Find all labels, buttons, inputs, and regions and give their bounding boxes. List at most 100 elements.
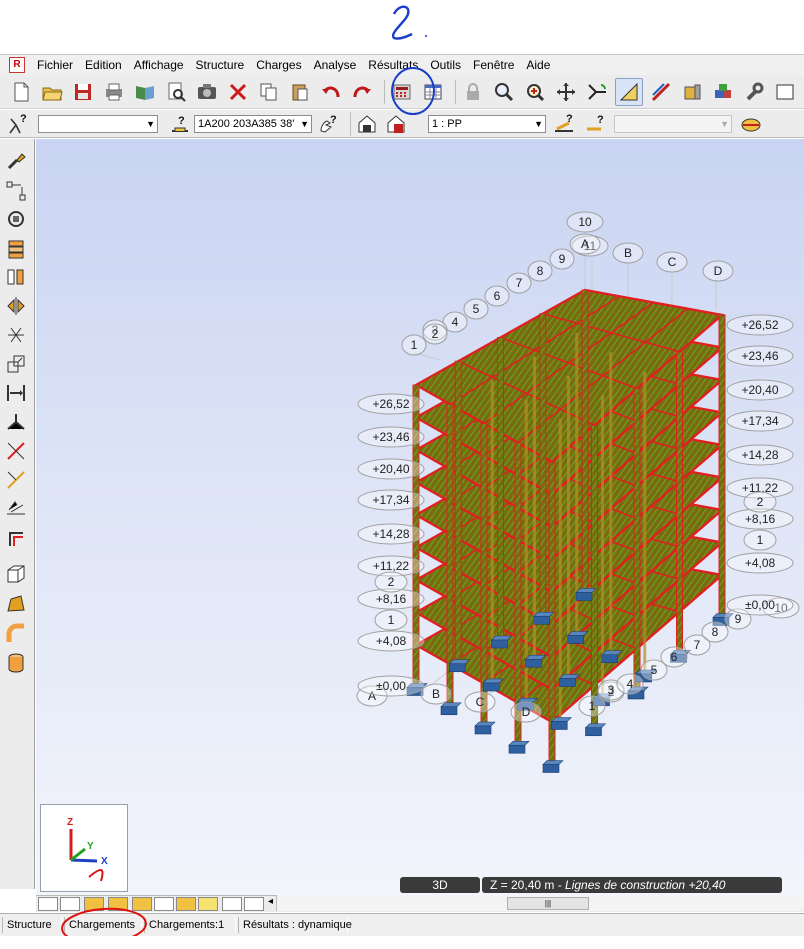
- break-button[interactable]: [4, 410, 28, 434]
- rotate-node-button[interactable]: [4, 207, 28, 231]
- building-3d-model[interactable]: 1011987654321ABCDABCD12345678910+26,52+2…: [36, 139, 804, 895]
- level-left-8: ±0,00: [376, 679, 406, 693]
- support-top: [474, 721, 496, 727]
- support-top: [550, 717, 572, 722]
- extrude-button[interactable]: [4, 561, 28, 585]
- grid-label-C: C: [668, 255, 677, 269]
- view-numbering-button[interactable]: [222, 897, 242, 911]
- structure-model-button[interactable]: [615, 77, 643, 106]
- level-right-0: +26,52: [741, 318, 778, 332]
- hand-help-button[interactable]: ?: [316, 113, 340, 135]
- load-help-button[interactable]: ?: [550, 113, 578, 135]
- cut-button[interactable]: [4, 323, 28, 347]
- open-button[interactable]: [39, 79, 65, 105]
- help-glyph: ?: [178, 115, 185, 127]
- section-combo[interactable]: 1A200 203A385 38' ▼: [194, 114, 312, 133]
- horizontal-scrollbar[interactable]: |||: [276, 895, 804, 911]
- paste-clipboard-icon: [292, 84, 308, 100]
- support-top: [508, 740, 530, 746]
- house-view-button[interactable]: [355, 113, 379, 135]
- support-block: [575, 592, 593, 601]
- paste-button[interactable]: [287, 79, 313, 105]
- view-layers-button[interactable]: [198, 897, 218, 911]
- view-grid-button[interactable]: [244, 897, 264, 911]
- bars-button[interactable]: [648, 79, 674, 105]
- pipe-button[interactable]: [4, 621, 28, 645]
- shell-button[interactable]: [4, 592, 28, 616]
- menu-fenetre[interactable]: Fenêtre: [467, 55, 520, 75]
- scroll-left-icon[interactable]: ◂: [268, 896, 273, 907]
- rotate-view-button[interactable]: [584, 79, 610, 105]
- combination-combo[interactable]: ▼: [614, 114, 732, 133]
- mirror-icon: [7, 297, 25, 315]
- column: [581, 289, 589, 595]
- preferences-button[interactable]: [741, 79, 767, 105]
- section-help-button[interactable]: ?: [168, 113, 192, 135]
- select-help-button[interactable]: ?: [6, 113, 30, 135]
- menu-charges[interactable]: Charges: [250, 55, 307, 75]
- app-robot-icon[interactable]: R: [9, 57, 25, 73]
- screen-capture-button[interactable]: [194, 79, 220, 105]
- save-button[interactable]: [70, 79, 96, 105]
- trim-icon: [7, 471, 25, 489]
- pan-button[interactable]: [553, 79, 579, 105]
- columns-button[interactable]: [4, 265, 28, 289]
- print-button[interactable]: [101, 79, 127, 105]
- zoom-all-button[interactable]: [522, 79, 548, 105]
- cylinder-button[interactable]: [4, 651, 28, 675]
- extend-icon: [7, 442, 25, 460]
- new-file-button[interactable]: [8, 79, 34, 105]
- support-block: [559, 678, 576, 687]
- results-diagram-icon: [741, 118, 761, 131]
- view-panels-button[interactable]: [176, 897, 196, 911]
- trim-button[interactable]: [4, 468, 28, 492]
- zoom-button[interactable]: [491, 79, 517, 105]
- menu-analyse[interactable]: Analyse: [308, 55, 363, 75]
- view-local-axes-button[interactable]: [154, 897, 174, 911]
- hatch-button[interactable]: [4, 497, 28, 521]
- axes-triad-icon: Z Y X: [67, 817, 108, 882]
- stairs-icon: [8, 240, 24, 259]
- mirror-button[interactable]: [4, 294, 28, 318]
- 3d-viewport[interactable]: 1011987654321ABCDABCD12345678910+26,52+2…: [36, 139, 804, 895]
- paint-brush-button[interactable]: [4, 149, 28, 173]
- undo-arrow-icon: [322, 86, 340, 97]
- grid-label-bottom-5: 5: [651, 663, 658, 677]
- support-block: [474, 725, 492, 735]
- loads-button[interactable]: [679, 79, 705, 105]
- menu-affichage[interactable]: Affichage: [128, 55, 190, 75]
- support-block: [585, 727, 602, 737]
- menu-edition[interactable]: Edition: [79, 55, 128, 75]
- stairs-button[interactable]: [4, 237, 28, 261]
- lock-button[interactable]: [460, 79, 486, 105]
- scrollbar-thumb[interactable]: |||: [507, 897, 589, 910]
- redo-button[interactable]: [349, 79, 375, 105]
- extra-button[interactable]: [772, 79, 798, 105]
- grid-label-6: 6: [494, 289, 501, 303]
- support-block: [482, 682, 500, 692]
- materials-button[interactable]: [710, 79, 736, 105]
- menu-aide[interactable]: Aide: [520, 55, 556, 75]
- delete-button[interactable]: [225, 79, 251, 105]
- preview-button[interactable]: [163, 79, 189, 105]
- status-structure[interactable]: Structure: [2, 917, 62, 933]
- undo-button[interactable]: [318, 79, 344, 105]
- results-diagram-button[interactable]: [740, 113, 762, 135]
- grid-label-7: 7: [516, 276, 523, 290]
- handwritten-annotation-area: [0, 0, 804, 52]
- selection-combo[interactable]: ▼: [38, 114, 158, 133]
- combination-help-button[interactable]: ?: [582, 113, 610, 135]
- scale-button[interactable]: [4, 352, 28, 376]
- extend-button[interactable]: [4, 439, 28, 463]
- book-button[interactable]: [132, 79, 158, 105]
- load-case-combo[interactable]: 1 : PP ▼: [428, 114, 546, 133]
- copy-button[interactable]: [256, 79, 282, 105]
- nodes-button[interactable]: [4, 179, 28, 203]
- offset-icon: [9, 532, 23, 546]
- align-button[interactable]: [4, 381, 28, 405]
- menu-structure[interactable]: Structure: [190, 55, 251, 75]
- menu-fichier[interactable]: Fichier: [31, 55, 79, 75]
- view-node-numbers-button[interactable]: [38, 897, 58, 911]
- chevron-down-icon: ▼: [720, 118, 729, 129]
- offset-button[interactable]: [4, 526, 28, 550]
